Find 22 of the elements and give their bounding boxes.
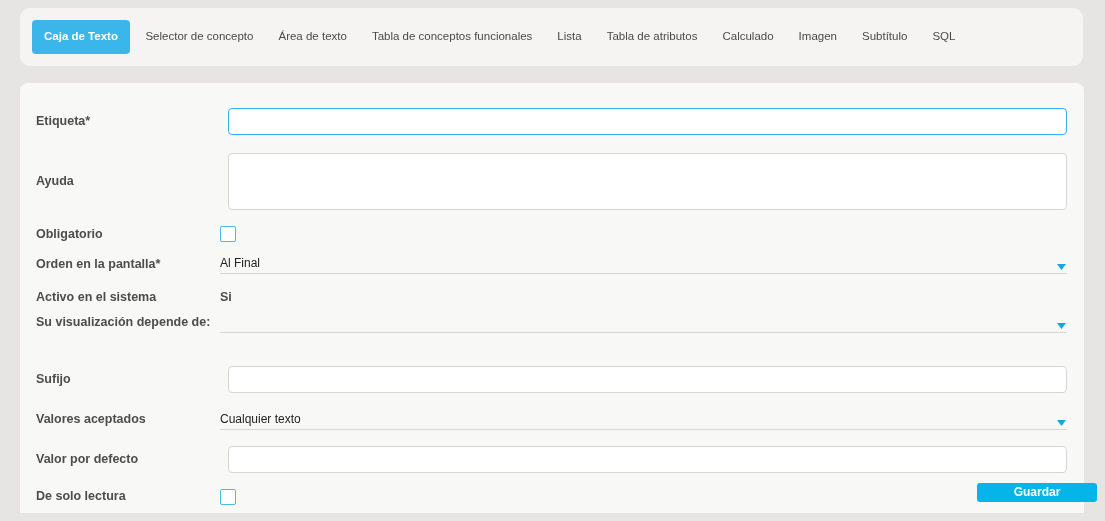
field-label: De solo lectura xyxy=(36,488,127,506)
tab[interactable]: Área de texto xyxy=(265,20,360,54)
tab[interactable]: Subtítulo xyxy=(849,20,920,54)
tab[interactable]: Tabla de atributos xyxy=(594,20,710,54)
tab[interactable]: Lista xyxy=(544,20,595,54)
field-label: Obligatorio xyxy=(36,225,104,243)
field-label: Su visualización depende de: xyxy=(36,314,212,332)
tab[interactable]: SQL xyxy=(919,20,968,54)
field-label: Sufijo xyxy=(36,370,72,388)
field-label: Orden en la pantalla* xyxy=(36,255,162,273)
field-label: Ayuda xyxy=(36,173,75,191)
field-label: Activo en el sistema xyxy=(36,289,158,306)
dropdown-field[interactable]: Al Final xyxy=(220,254,1067,274)
tab[interactable]: Calculado xyxy=(709,20,787,54)
tab[interactable]: Imagen xyxy=(786,20,850,54)
field-label: Etiqueta* xyxy=(36,113,92,131)
dropdown-field[interactable]: Cualquier texto xyxy=(220,409,1067,430)
field-label: Valores aceptados xyxy=(36,411,147,429)
field-value: Si xyxy=(220,289,232,306)
field-label: Valor por defecto xyxy=(36,450,140,468)
tab[interactable]: Tabla de conceptos funcionales xyxy=(359,20,545,54)
tab[interactable]: Selector de concepto xyxy=(132,20,266,54)
